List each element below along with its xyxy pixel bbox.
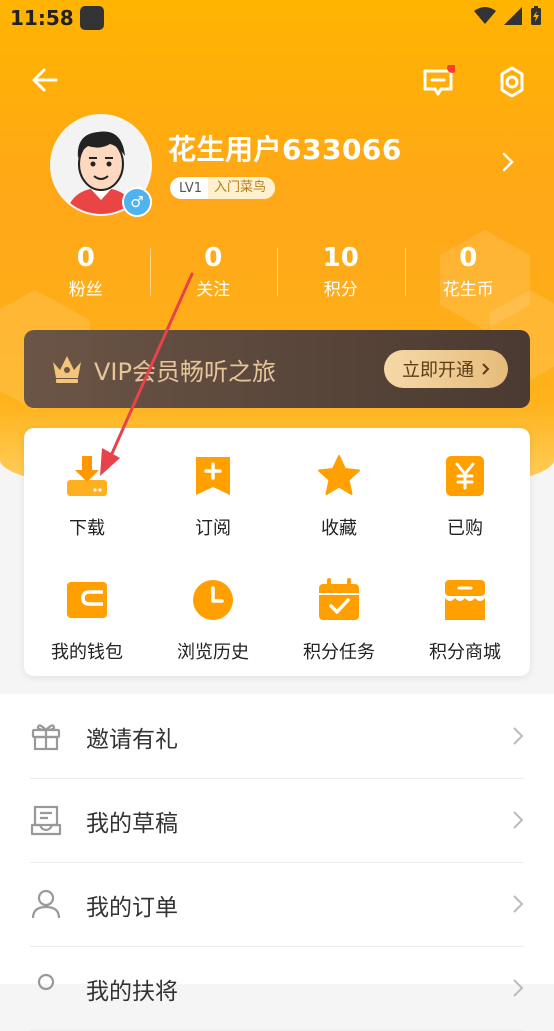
top-bar <box>0 56 554 106</box>
notification-icon <box>80 6 104 30</box>
level-badge[interactable]: LV1 入门菜鸟 <box>170 177 275 199</box>
list-item-partial[interactable]: 我的扶将 <box>30 946 524 1031</box>
stat-following[interactable]: 0 关注 <box>149 240 278 310</box>
chevron-right-icon <box>482 363 490 375</box>
star-icon <box>318 455 360 495</box>
list-item-label: 邀请有礼 <box>86 727 178 753</box>
wallet-icon <box>67 582 107 618</box>
grid-item-label: 积分任务 <box>303 642 375 663</box>
chevron-right-icon <box>502 152 514 172</box>
list-item-orders[interactable]: 我的订单 <box>30 862 524 947</box>
gear-icon <box>500 66 524 98</box>
grid-item-label: 收藏 <box>321 518 357 539</box>
vip-open-button[interactable]: 立即开通 <box>384 350 508 388</box>
back-button[interactable] <box>24 60 64 100</box>
store-icon <box>445 580 485 620</box>
username[interactable]: 花生用户633066 <box>168 128 402 168</box>
gender-badge: ♂ <box>122 187 152 217</box>
user-icon <box>31 889 61 919</box>
chevron-right-icon <box>513 727 524 745</box>
grid-item-label: 订阅 <box>195 518 231 539</box>
profile-detail-button[interactable] <box>500 150 516 178</box>
grid-item-label: 积分商城 <box>429 642 501 663</box>
subscribe-icon <box>196 457 230 495</box>
status-icons <box>474 6 542 26</box>
status-time: 11:58 <box>10 6 74 30</box>
stat-coins[interactable]: 0 花生币 <box>404 240 533 310</box>
stat-label: 花生币 <box>442 280 494 300</box>
vip-text: VIP会员畅听之旅 <box>94 358 276 386</box>
grid-item-points-mall[interactable]: 积分商城 <box>402 578 528 664</box>
crown-icon <box>53 356 81 383</box>
grid-item-wallet[interactable]: 我的钱包 <box>24 578 150 664</box>
stats-row: 0 粉丝 0 关注 10 积分 0 花生币 <box>22 240 532 310</box>
chevron-right-icon <box>513 979 524 997</box>
grid-item-label: 已购 <box>447 518 483 539</box>
grid-item-subscribe[interactable]: 订阅 <box>150 454 276 540</box>
feature-grid: 下载 订阅 收藏 已购 我的钱包 浏览历史 积分任务 积分商城 <box>24 428 530 676</box>
menu-list: 邀请有礼 我的草稿 我的订单 我的扶将 <box>0 694 554 1031</box>
level-name: 入门菜鸟 <box>207 177 275 199</box>
grid-item-label: 下载 <box>69 518 105 539</box>
calendar-check-icon <box>319 578 359 620</box>
signal-icon <box>504 7 522 25</box>
stat-label: 粉丝 <box>68 280 103 300</box>
chevron-right-icon <box>513 811 524 829</box>
stat-value: 0 <box>76 243 95 273</box>
grid-item-label: 浏览历史 <box>177 642 249 663</box>
download-icon <box>67 456 107 496</box>
status-bar: 11:58 <box>0 0 554 36</box>
message-icon <box>423 65 455 96</box>
grid-item-history[interactable]: 浏览历史 <box>150 578 276 664</box>
list-item-label: 我的扶将 <box>86 979 178 1005</box>
grid-item-points-tasks[interactable]: 积分任务 <box>276 578 402 664</box>
battery-icon <box>531 6 541 25</box>
draft-icon <box>30 805 62 836</box>
vip-button-label: 立即开通 <box>402 360 474 381</box>
stat-points[interactable]: 10 积分 <box>277 240 405 310</box>
vip-banner[interactable]: VIP会员畅听之旅 立即开通 <box>24 330 530 408</box>
user-icon <box>37 973 55 991</box>
chevron-right-icon <box>513 895 524 913</box>
grid-item-favorite[interactable]: 收藏 <box>276 454 402 540</box>
stat-value: 0 <box>204 243 223 273</box>
wifi-icon <box>474 7 496 24</box>
list-item-drafts[interactable]: 我的草稿 <box>30 778 524 863</box>
list-item-label: 我的草稿 <box>86 811 178 837</box>
grid-item-label: 我的钱包 <box>51 642 123 663</box>
settings-button[interactable] <box>490 60 534 104</box>
stat-fans[interactable]: 0 粉丝 <box>22 240 150 310</box>
yen-icon <box>446 456 484 496</box>
stat-label: 积分 <box>323 280 358 300</box>
level-number: LV1 <box>179 180 202 196</box>
stat-label: 关注 <box>196 280 231 300</box>
clock-icon <box>193 580 233 620</box>
list-item-label: 我的订单 <box>86 895 178 921</box>
back-arrow-icon <box>32 68 58 92</box>
message-button[interactable] <box>416 60 460 104</box>
list-item-invite[interactable]: 邀请有礼 <box>30 694 524 779</box>
gift-icon <box>31 724 61 751</box>
stat-value: 0 <box>459 243 478 273</box>
grid-item-download[interactable]: 下载 <box>24 454 150 540</box>
grid-item-purchased[interactable]: 已购 <box>402 454 528 540</box>
stat-value: 10 <box>322 243 359 273</box>
